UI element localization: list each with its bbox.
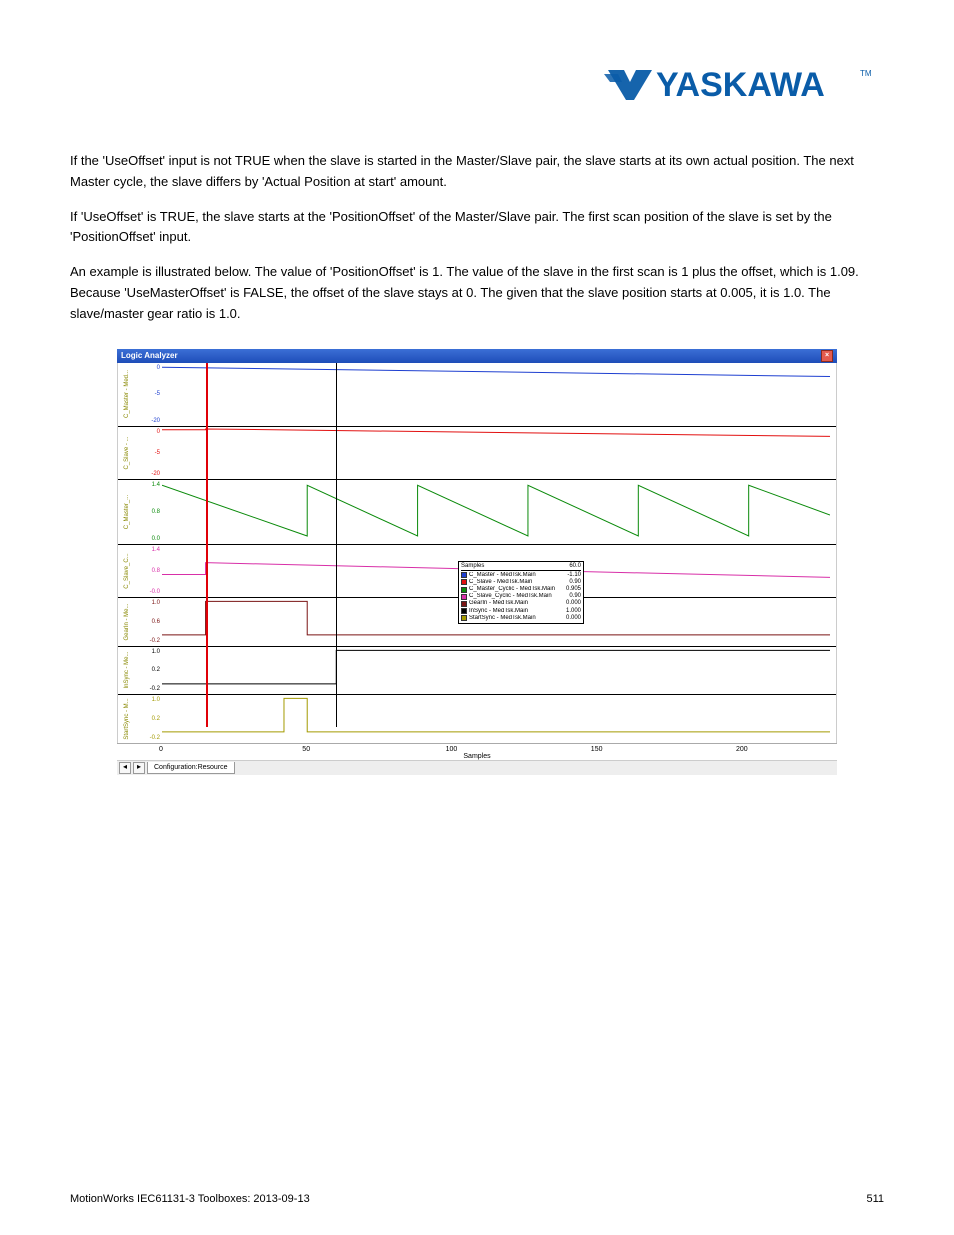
legend-label: GearIn - MedTsk.Main [469,600,564,607]
signal-lane: InSync - Me... 1.00.2-0.2 [118,647,836,695]
legend-value: -1.10 [567,572,581,579]
x-tick: 50 [302,746,310,753]
legend-label: InSync - MedTsk.Main [469,608,564,615]
page-footer: MotionWorks IEC61131-3 Toolboxes: 2013-0… [70,1193,884,1205]
lane-label: InSync - Me... [124,645,130,695]
footer-right: 511 [866,1193,884,1205]
legend-value: 0.000 [566,600,581,607]
plot-surface [162,363,830,426]
x-tick: 200 [736,746,748,753]
plot-surface [162,647,830,694]
legend-value: 0.905 [566,586,581,593]
logic-analyzer-window: Logic Analyzer × Samples 60.0 C_Master -… [117,349,837,769]
lane-label: StartSync - M... [124,694,130,744]
signal-lane: StartSync - M... 1.00.2-0.2 [118,695,836,742]
lane-yticks: 1.00.6-0.2 [136,598,160,645]
close-button[interactable]: × [821,350,833,362]
x-axis: Samples 0 50 100 150 200 [117,743,837,760]
legend-row: C_Slave - MedTsk.Main0.90 [461,579,581,586]
lane-yticks: 1.40.80.0 [136,480,160,543]
lane-label: C_Slave_C... [124,546,130,596]
tab-prev-button[interactable]: ◂ [119,762,131,774]
lane-label: C_Master_... [124,487,130,537]
legend-swatch [461,594,467,600]
paragraph-2: If 'UseOffset' is TRUE, the slave starts… [70,207,884,249]
x-tick: 150 [591,746,603,753]
legend-row: GearIn - MedTsk.Main0.000 [461,600,581,607]
cursor-a[interactable] [206,363,208,727]
legend-row: C_Master_Cyclic - MedTsk.Main0.905 [461,586,581,593]
x-tick: 100 [446,746,458,753]
legend-value: 0.000 [566,615,581,622]
legend-header: Samples [461,563,484,569]
legend-value: 0.90 [569,579,581,586]
paragraph-1: If the 'UseOffset' input is not TRUE whe… [70,151,884,193]
lane-label: GearIn - Me... [124,597,130,647]
legend-swatch [461,615,467,621]
svg-text:TM: TM [860,69,872,78]
tab-next-button[interactable]: ▸ [133,762,145,774]
legend-value: 1.000 [566,608,581,615]
legend-label: C_Slave_Cyclic - MedTsk.Main [469,593,567,600]
plot-surface [162,480,830,543]
plot-surface [162,427,830,480]
x-axis-label: Samples [463,753,490,760]
legend-swatch [461,579,467,585]
signal-lane: C_Master - Med... 0-5-20 [118,363,836,427]
brand-logo: YASKAWA TM [604,60,884,106]
legend-label: StartSync - MedTsk.Main [469,615,564,622]
window-titlebar: Logic Analyzer × [117,349,837,363]
legend-swatch [461,608,467,614]
legend-row: StartSync - MedTsk.Main0.000 [461,615,581,622]
legend-row: InSync - MedTsk.Main1.000 [461,608,581,615]
legend-row: C_Slave_Cyclic - MedTsk.Main0.90 [461,593,581,600]
legend-header-value: 60.0 [569,563,581,569]
lane-yticks: 1.00.2-0.2 [136,647,160,694]
body-text: If the 'UseOffset' input is not TRUE whe… [70,151,884,325]
window-title: Logic Analyzer [121,349,178,363]
legend-label: C_Master - MedTsk.Main [469,572,565,579]
lane-yticks: 1.40.8-0.0 [136,545,160,598]
plot-surface [162,695,830,742]
legend-row: C_Master - MedTsk.Main-1.10 [461,572,581,579]
legend-swatch [461,587,467,593]
brand-logo-text: YASKAWA [656,66,825,104]
chart-area: Samples 60.0 C_Master - MedTsk.Main-1.10… [117,363,837,743]
cursor-b[interactable] [336,363,337,727]
footer-left: MotionWorks IEC61131-3 Toolboxes: 2013-0… [70,1193,310,1205]
lane-yticks: 1.00.2-0.2 [136,695,160,742]
lane-yticks: 0-5-20 [136,363,160,426]
lane-label: C_Master - Med... [124,369,130,419]
legend-label: C_Slave - MedTsk.Main [469,579,567,586]
lane-label: C_Slave - ... [124,428,130,478]
lane-yticks: 0-5-20 [136,427,160,480]
signal-lane: C_Slave - ... 0-5-20 [118,427,836,481]
tab-bar: ◂ ▸ Configuration:Resource [117,760,837,775]
legend-box: Samples 60.0 C_Master - MedTsk.Main-1.10… [458,561,584,624]
signal-lane: C_Master_... 1.40.80.0 [118,480,836,544]
legend-swatch [461,601,467,607]
x-tick: 0 [159,746,163,753]
legend-value: 0.90 [569,593,581,600]
legend-label: C_Master_Cyclic - MedTsk.Main [469,586,564,593]
legend-swatch [461,572,467,578]
header-logo-area: YASKAWA TM [70,60,884,111]
tab-config-resource[interactable]: Configuration:Resource [147,762,235,774]
paragraph-3: An example is illustrated below. The val… [70,262,884,324]
